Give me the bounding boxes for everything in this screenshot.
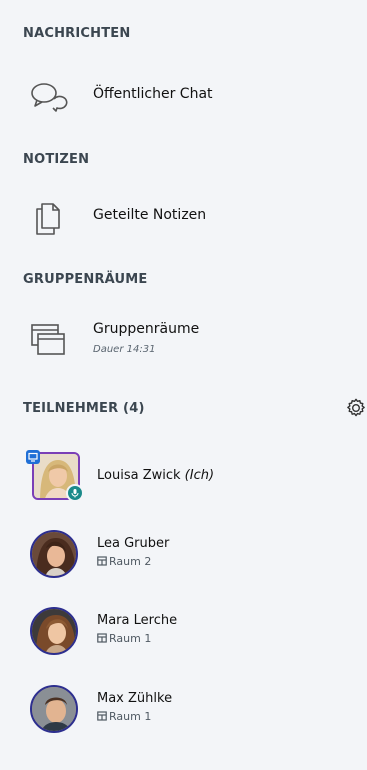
microphone-icon [66, 484, 84, 502]
avatar [30, 530, 78, 578]
room-icon [97, 711, 107, 721]
user-list-panel: NACHRICHTEN Öffentlicher Chat NOTIZEN Ge… [0, 0, 367, 770]
participant-name: Max Zühlke [97, 691, 173, 706]
avatar [30, 685, 78, 733]
self-indicator: (Ich) [184, 468, 215, 483]
section-title-messages: NACHRICHTEN [23, 26, 131, 41]
participant-name: Louisa Zwick (Ich) [97, 468, 215, 483]
participant-room: Raum 1 [97, 710, 151, 723]
participant-louisa-zwick[interactable]: Louisa Zwick (Ich) [22, 450, 352, 512]
section-title-notes: NOTIZEN [23, 152, 90, 167]
room-icon [97, 633, 107, 643]
windows-icon [31, 324, 65, 355]
shared-notes-label: Geteilte Notizen [93, 207, 207, 223]
shared-notes-item[interactable]: Geteilte Notizen [22, 192, 342, 242]
participant-name: Mara Lerche [97, 613, 178, 628]
public-chat-label: Öffentlicher Chat [93, 86, 213, 102]
breakout-duration: Dauer 14:31 [93, 344, 156, 355]
participant-room: Raum 1 [97, 632, 151, 645]
documents-icon [36, 203, 60, 235]
public-chat-item[interactable]: Öffentlicher Chat [22, 71, 342, 121]
participant-max-zuehlke[interactable]: Max Zühlke Raum 1 [22, 685, 352, 745]
section-title-participants: TEILNEHMER (4) [23, 401, 145, 416]
gear-icon[interactable] [345, 397, 367, 419]
screen-share-icon [26, 450, 40, 464]
avatar [30, 607, 78, 655]
section-title-breakout: GRUPPENRÄUME [23, 272, 148, 287]
participant-lea-gruber[interactable]: Lea Gruber Raum 2 [22, 530, 352, 590]
participant-name: Lea Gruber [97, 536, 170, 551]
participant-mara-lerche[interactable]: Mara Lerche Raum 1 [22, 607, 352, 667]
breakout-rooms-item[interactable]: Gruppenräume Dauer 14:31 [22, 314, 342, 364]
chat-bubbles-icon [31, 83, 68, 112]
breakout-rooms-label: Gruppenräume [93, 321, 200, 337]
room-icon [97, 556, 107, 566]
participant-room: Raum 2 [97, 555, 151, 568]
